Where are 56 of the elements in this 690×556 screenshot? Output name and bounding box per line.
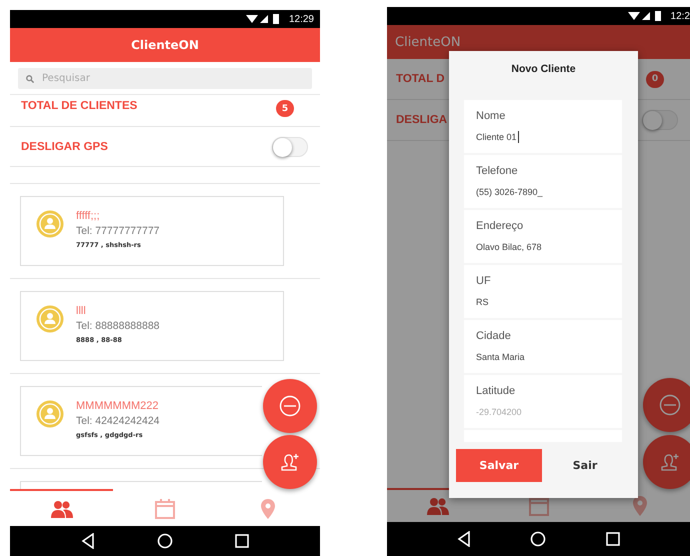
home-icon[interactable] [157,533,173,549]
save-button[interactable]: Salvar [456,449,542,482]
person-add-icon [280,452,300,472]
client-name: llll [76,304,87,318]
input-field[interactable]: Olavo Bilac, 678 [476,240,622,253]
back-icon[interactable] [81,533,95,549]
client-name: fffff;;; [76,209,101,223]
calendar-icon [154,498,176,520]
home-icon[interactable] [530,531,546,547]
input-field[interactable]: RS [476,295,622,308]
add-client-button[interactable] [643,435,690,489]
person-add-icon [660,452,680,472]
gps-toggle[interactable] [272,136,308,156]
search-field[interactable]: Pesquisar [18,68,312,88]
count-badge: 5 [276,100,294,117]
people-icon [50,500,73,518]
total-label: TOTAL DE CLIENTES [21,100,138,112]
add-client-button[interactable] [263,435,317,489]
remove-button[interactable] [263,379,317,433]
recents-icon[interactable] [606,532,620,546]
avatar-icon [36,400,64,428]
field-label: Cidade [476,329,512,343]
input-field[interactable]: (55) 3026-7890_ [476,185,622,198]
avatar-icon [36,210,64,238]
recents-icon[interactable] [235,534,249,548]
status-time: 12:2 [670,10,690,22]
gps-toggle[interactable] [642,110,678,130]
client-phone: Tel: 88888888888 [76,319,160,334]
app-title: ClienteON [395,34,461,50]
location-pin-icon [632,496,646,516]
people-icon [426,497,448,515]
minus-circle-icon [279,395,301,417]
app-title: ClienteON [131,38,199,52]
input-field[interactable]: Cliente 01 [476,130,622,143]
client-phone: Tel: 42424242424 [76,414,160,429]
location-pin-icon [261,498,276,518]
field-label: Nome [476,109,506,123]
calendar-icon [528,495,550,517]
back-icon[interactable] [456,531,471,547]
input-field[interactable]: Santa Maria [476,350,622,363]
search-icon [26,74,34,82]
field-label: UF [476,274,492,288]
gps-label: DESLIGA [396,114,448,126]
client-phone: Tel: 77777777777 [76,224,160,239]
count-badge: 0 [646,70,664,88]
field-label: Latitude [476,384,516,398]
status-time: 12:29 [288,14,314,24]
remove-button[interactable] [643,378,690,432]
dialog-title: Novo Cliente [511,63,576,75]
total-label: TOTAL D [396,73,445,85]
minus-circle-icon [659,394,681,416]
field-label: Endereço [476,219,524,233]
field-label: Telefone [476,164,519,178]
gps-label: DESLIGAR GPS [21,140,108,152]
client-name: MMMMMMM222 [76,399,160,413]
avatar-icon [36,305,64,333]
